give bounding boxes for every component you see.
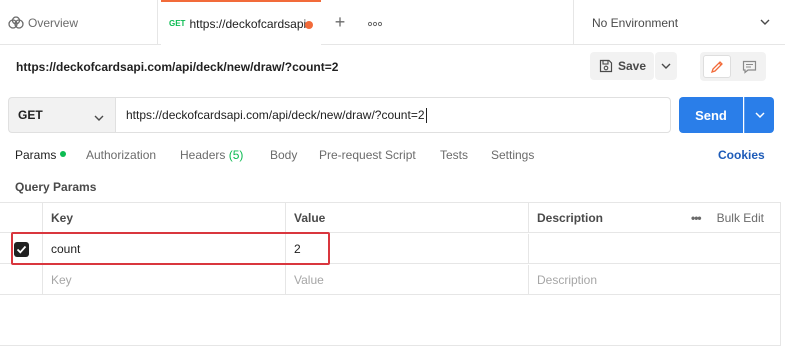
more-icon[interactable]: ••• [691,211,702,225]
save-icon [599,59,613,73]
header-key: Key [42,203,285,233]
overview-icon [8,15,24,29]
new-description-field[interactable]: Description [528,265,683,295]
chevron-down-icon [760,19,770,25]
tab-body[interactable]: Body [270,148,297,162]
comment-icon [742,60,756,74]
unsaved-dot-icon [305,21,313,29]
tab-pre-request-script[interactable]: Pre-request Script [319,148,416,162]
send-options-button[interactable] [744,97,774,133]
param-value-field[interactable]: 2 [285,234,528,264]
row-actions [683,234,781,264]
tab-method-badge: GET [169,19,186,28]
tab-params-label: Params [15,148,57,162]
row-checkbox-cell[interactable] [0,234,42,264]
more-icon[interactable] [366,13,384,33]
query-params-title: Query Params [15,180,97,194]
tab-bar: Overview GET https://deckofcardsapi + No… [0,0,785,45]
method-dropdown[interactable]: GET [8,97,115,133]
url-input[interactable]: https://deckofcardsapi.com/api/deck/new/… [115,97,671,133]
tab-params[interactable]: Params [15,148,67,162]
checkbox[interactable] [13,241,29,257]
text-caret [425,107,427,123]
pencil-icon [710,60,723,73]
checkmark-icon [16,245,26,254]
tab-tests[interactable]: Tests [440,148,468,162]
header-description: Description [528,203,683,233]
header-actions: ••• Bulk Edit [683,203,781,233]
new-key-field[interactable]: Key [42,265,285,295]
bulk-edit-button[interactable]: Bulk Edit [717,211,764,225]
param-key-field[interactable]: count [42,234,285,264]
tab-overview[interactable]: Overview [0,0,158,45]
tab-settings[interactable]: Settings [491,148,534,162]
tab-request-label: https://deckofcardsapi [189,16,307,31]
send-button[interactable]: Send [679,97,743,133]
tab-headers[interactable]: Headers (5) [180,148,243,162]
param-description-field[interactable] [528,234,683,264]
tab-request[interactable]: GET https://deckofcardsapi [161,0,321,45]
divider [780,202,781,346]
chevron-down-icon [754,112,765,119]
headers-count-badge: (5) [228,148,244,162]
header-check-cell [0,203,42,233]
row-actions [683,265,781,295]
divider [0,345,781,346]
tab-overview-label: Overview [28,15,79,30]
save-options-button[interactable] [655,52,677,80]
table-row: Key Value Description [0,265,781,295]
environment-label: No Environment [592,15,679,30]
edit-mode-button[interactable] [703,55,731,78]
params-table: Key Value Description ••• Bulk Edit coun… [0,202,781,295]
method-value: GET [18,108,43,122]
tab-headers-label: Headers [180,148,226,162]
table-header-row: Key Value Description ••• Bulk Edit [0,203,781,233]
save-button[interactable]: Save [590,52,654,80]
tab-authorization[interactable]: Authorization [86,148,156,162]
plus-icon[interactable]: + [330,13,350,33]
url-value: https://deckofcardsapi.com/api/deck/new/… [126,108,425,122]
new-value-field[interactable]: Value [285,265,528,295]
environment-selector[interactable]: No Environment [573,0,785,45]
chevron-down-icon [661,63,671,69]
request-tabs: Params Authorization Headers (5) Body Pr… [0,148,785,168]
cookies-link[interactable]: Cookies [718,148,765,162]
row-checkbox-cell [0,265,42,295]
view-mode-toggle [700,52,766,81]
table-row: count 2 [0,234,781,264]
comment-mode-button[interactable] [735,55,763,78]
chevron-down-icon [94,115,104,121]
save-label: Save [618,59,647,73]
header-value: Value [285,203,528,233]
params-active-dot-icon [60,151,67,157]
request-title[interactable]: https://deckofcardsapi.com/api/deck/new/… [16,60,338,74]
